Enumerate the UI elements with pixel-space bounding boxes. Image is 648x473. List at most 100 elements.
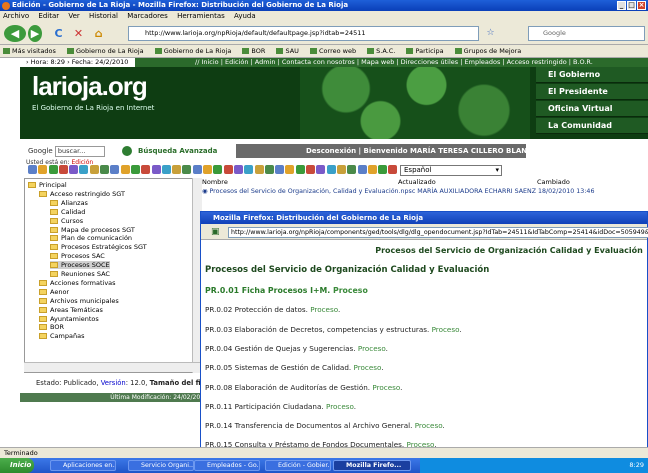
toolbar-icon[interactable]: [244, 165, 254, 174]
toolbar-icon[interactable]: [203, 165, 213, 174]
process-link[interactable]: Proceso: [326, 402, 354, 411]
process-link[interactable]: Proceso: [372, 383, 400, 392]
bookmark-item[interactable]: SAU: [276, 47, 299, 55]
taskbar-button[interactable]: Aplicaciones en...: [50, 460, 116, 471]
process-link[interactable]: Proceso: [415, 421, 443, 430]
toolbar-icon[interactable]: [347, 165, 357, 174]
tree-item[interactable]: Acceso restringido SGT: [39, 190, 125, 198]
start-button[interactable]: Inicio: [0, 458, 34, 473]
version-link[interactable]: Versión: [101, 379, 126, 387]
toolbar-icon[interactable]: [275, 165, 285, 174]
advanced-search-link[interactable]: Búsqueda Avanzada: [122, 145, 217, 157]
file-row[interactable]: ◉ Procesos del Servicio de Organización,…: [202, 187, 642, 196]
reload-icon[interactable]: C: [50, 25, 67, 42]
taskbar-button[interactable]: Edición - Gobier...: [265, 460, 331, 471]
rss-icon[interactable]: ☆: [482, 25, 499, 42]
menu-editar[interactable]: Editar: [38, 12, 59, 20]
toolbar-icon[interactable]: [357, 165, 367, 174]
bookmark-item[interactable]: BOR: [242, 47, 265, 55]
toolbar-icon[interactable]: [38, 165, 48, 174]
toolbar-icon[interactable]: [130, 165, 140, 174]
toolbar-icon[interactable]: [388, 165, 398, 174]
bookmark-item[interactable]: Participa: [406, 47, 444, 55]
toolbar-icon[interactable]: [151, 165, 161, 174]
taskbar-button[interactable]: Empleados - Go...: [194, 460, 260, 471]
column-name[interactable]: Nombre: [202, 178, 228, 187]
process-link[interactable]: Proceso: [432, 325, 460, 334]
toolbar-icon[interactable]: [182, 165, 192, 174]
tree-item[interactable]: Ayuntamientos: [39, 315, 99, 323]
toolbar-icon[interactable]: [264, 165, 274, 174]
tree-hscrollbar[interactable]: [24, 362, 202, 372]
bookmark-item[interactable]: Más visitados: [3, 47, 56, 55]
bookmark-item[interactable]: Gobierno de La Rioja: [67, 47, 144, 55]
popup-url-input[interactable]: http://www.larioja.org/npRioja/component…: [228, 227, 648, 238]
tree-item[interactable]: Mapa de procesos SGT: [50, 226, 135, 234]
language-select[interactable]: Español ▾: [400, 165, 502, 176]
tree-item[interactable]: Archivos municipales: [39, 297, 119, 305]
toolbar-icon[interactable]: [316, 165, 326, 174]
toolbar-icon[interactable]: [58, 165, 68, 174]
stop-icon[interactable]: ✕: [70, 25, 87, 42]
maximize-button[interactable]: □: [627, 1, 636, 10]
column-changed[interactable]: Cambiado: [537, 178, 570, 187]
menu-marcadores[interactable]: Marcadores: [127, 12, 168, 20]
toolbar-icon[interactable]: [223, 165, 233, 174]
toolbar-icon[interactable]: [367, 165, 377, 174]
home-icon[interactable]: ⌂: [90, 25, 107, 42]
go-icon[interactable]: [122, 146, 132, 156]
toolbar-icon[interactable]: [192, 165, 202, 174]
nav-la-comunidad[interactable]: La Comunidad: [536, 118, 648, 134]
tree-item[interactable]: Plan de comunicación: [50, 234, 132, 242]
back-icon[interactable]: ◀: [4, 25, 26, 42]
toolbar-icon[interactable]: [254, 165, 264, 174]
toolbar-icon[interactable]: [28, 165, 37, 174]
nav-el-gobierno[interactable]: El Gobierno: [536, 67, 648, 83]
tree-item[interactable]: Principal: [28, 181, 67, 189]
process-link[interactable]: Proceso: [353, 363, 381, 372]
toolbar-icon[interactable]: [233, 165, 243, 174]
tree-item[interactable]: BOR: [39, 323, 64, 331]
popup-title-bar[interactable]: Mozilla Firefox: Distribución del Gobier…: [201, 212, 647, 224]
toolbar-icon[interactable]: [336, 165, 346, 174]
toolbar-icon[interactable]: [285, 165, 295, 174]
column-updated[interactable]: Actualizado: [398, 178, 436, 187]
toolbar-icon[interactable]: [161, 165, 171, 174]
taskbar-button[interactable]: Mozilla Firefo...: [333, 460, 411, 471]
toolbar-icon[interactable]: [295, 165, 305, 174]
taskbar-button[interactable]: Servicio Organi...: [128, 460, 194, 471]
forward-icon[interactable]: ▶: [28, 25, 42, 42]
toolbar-icon[interactable]: [120, 165, 130, 174]
tree-item[interactable]: Cursos: [50, 217, 83, 225]
window-title-bar[interactable]: Edición - Gobierno de La Rioja - Mozilla…: [0, 0, 648, 11]
tree-item[interactable]: Procesos Estratégicos SGT: [50, 243, 147, 251]
menu-historial[interactable]: Historial: [89, 12, 118, 20]
toolbar-icon[interactable]: [306, 165, 316, 174]
bookmark-item[interactable]: Correo web: [310, 47, 356, 55]
web-search-input[interactable]: Google: [528, 26, 645, 41]
site-logo[interactable]: larioja.org: [32, 71, 148, 102]
tree-item[interactable]: Procesos SOCE: [50, 261, 110, 270]
toolbar-icon[interactable]: [100, 165, 110, 174]
toolbar-icon[interactable]: [69, 165, 79, 174]
process-link[interactable]: Proceso: [333, 286, 368, 295]
process-link[interactable]: Proceso: [310, 305, 338, 314]
tree-item[interactable]: Aenor: [39, 288, 69, 296]
toolbar-icon[interactable]: [79, 165, 89, 174]
tree-item[interactable]: Reuniones SAC: [50, 270, 110, 278]
toolbar-icon[interactable]: [48, 165, 58, 174]
bookmark-item[interactable]: Gobierno de La Rioja: [154, 47, 231, 55]
tree-item[interactable]: Campañas: [39, 332, 84, 340]
process-link[interactable]: Proceso: [358, 344, 386, 353]
menu-archivo[interactable]: Archivo: [3, 12, 29, 20]
toolbar-icon[interactable]: [213, 165, 223, 174]
toolbar-icon[interactable]: [110, 165, 120, 174]
tree-item[interactable]: Alianzas: [50, 199, 88, 207]
toolbar-icon[interactable]: [89, 165, 99, 174]
tree-item[interactable]: Procesos SAC: [50, 252, 105, 260]
user-bar[interactable]: Desconexión | Bienvenido MARÍA TERESA CI…: [236, 144, 538, 158]
site-search-input[interactable]: buscar...: [54, 145, 105, 157]
url-input[interactable]: http://www.larioja.org/npRioja/default/d…: [128, 26, 479, 41]
toolbar-icon[interactable]: [172, 165, 182, 174]
minimize-button[interactable]: _: [617, 1, 626, 10]
